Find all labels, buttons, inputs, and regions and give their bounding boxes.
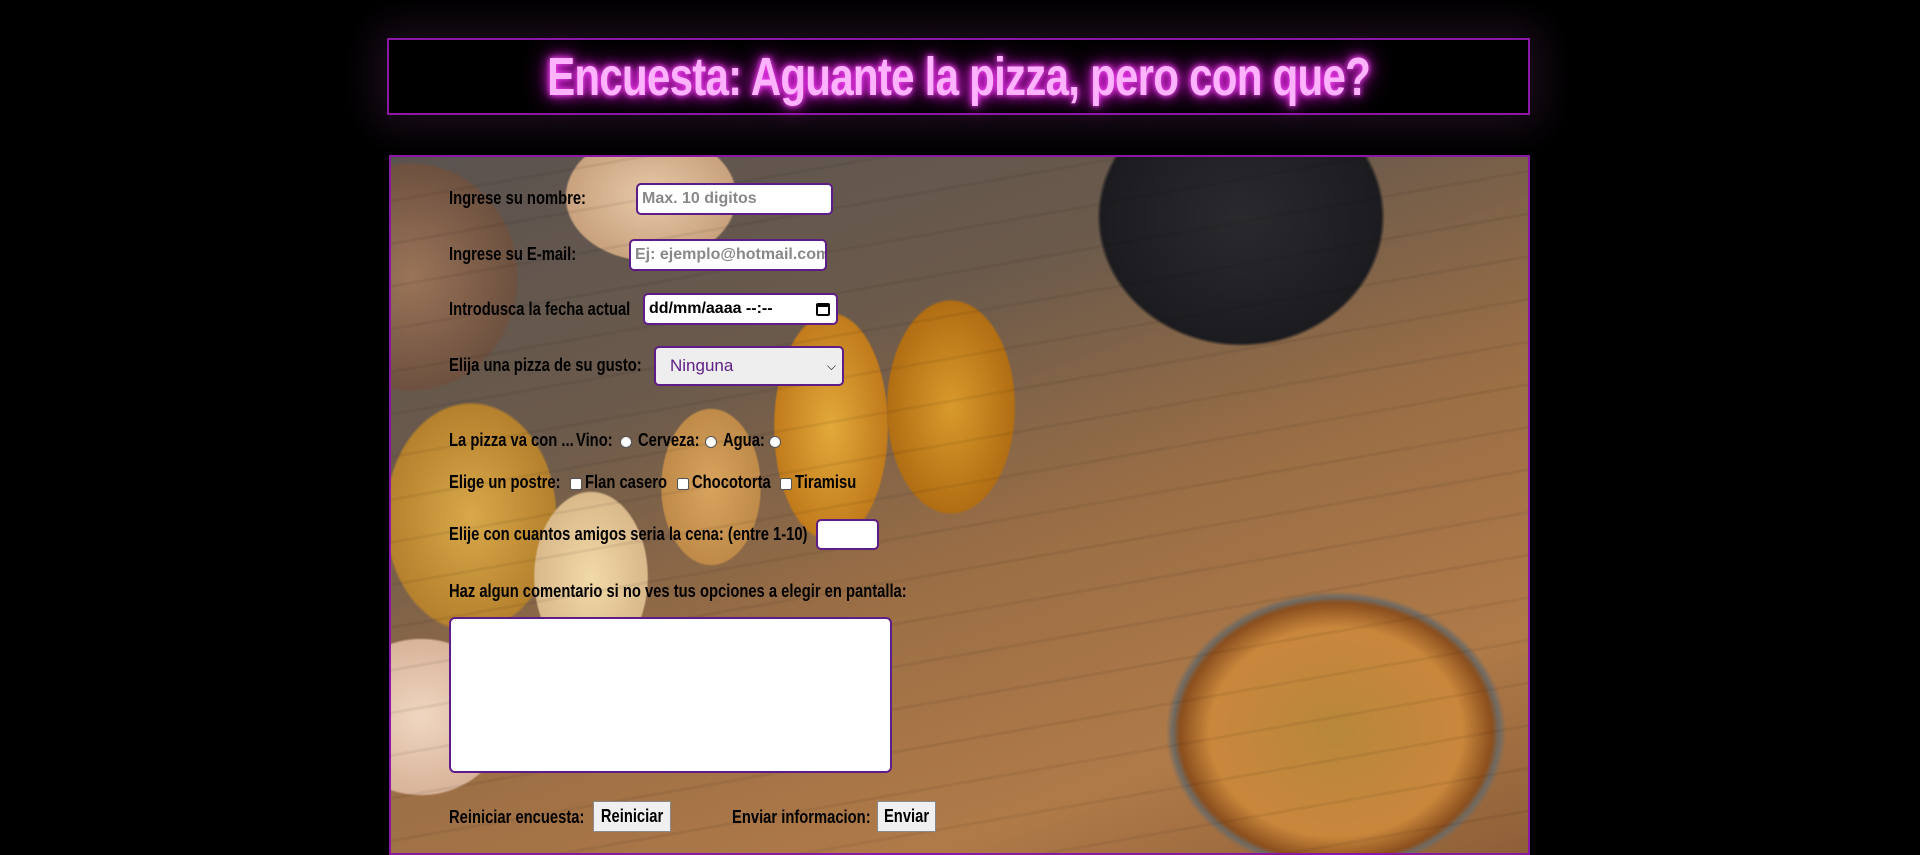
drink-option-label-cerveza: Cerveza: — [638, 430, 700, 450]
comment-textarea[interactable] — [449, 617, 892, 773]
radio-cerveza[interactable] — [705, 436, 717, 448]
drink-option-label-vino: Vino: — [576, 430, 613, 450]
name-input[interactable]: Max. 10 digitos — [636, 183, 833, 215]
email-input[interactable]: Ej: ejemplo@hotmail.com — [629, 239, 827, 271]
dessert-option-chocotorta: Chocotorta — [692, 472, 771, 492]
name-label: Ingrese su nombre: — [449, 188, 586, 208]
date-input-value: dd/mm/aaaa --:-- — [649, 300, 773, 317]
reset-button-label: Reiniciar — [600, 806, 664, 826]
chevron-down-icon: ⌵ — [826, 358, 836, 373]
dessert-label: Elige un postre: — [449, 472, 561, 492]
checkbox-tiramisu[interactable] — [780, 478, 792, 490]
email-label: Ingrese su E-mail: — [449, 244, 577, 264]
drink-option-label-agua: Agua: — [723, 430, 765, 450]
dessert-option-flan: Flan casero — [585, 472, 668, 492]
submit-button-label: Enviar — [883, 806, 930, 826]
friends-label: Elije con cuantos amigos seria la cena: … — [449, 524, 808, 544]
date-label: Introdusca la fecha actual — [449, 299, 631, 319]
date-input[interactable]: dd/mm/aaaa --:-- — [643, 293, 838, 325]
pizza-select-value: Ninguna — [670, 356, 734, 375]
calendar-icon[interactable] — [816, 302, 830, 316]
checkbox-flan[interactable] — [570, 478, 582, 490]
pizza-select[interactable]: Ninguna ⌵ — [654, 346, 844, 386]
radio-agua[interactable] — [769, 436, 781, 448]
reset-label: Reiniciar encuesta: — [449, 807, 585, 827]
survey-header: Encuesta: Aguante la pizza, pero con que… — [387, 38, 1530, 115]
submit-label: Enviar informacion: — [732, 807, 871, 827]
submit-button[interactable]: Enviar — [877, 801, 936, 832]
dessert-option-tiramisu: Tiramisu — [795, 472, 857, 492]
checkbox-chocotorta[interactable] — [677, 478, 689, 490]
reset-button[interactable]: Reiniciar — [593, 801, 671, 832]
comment-label: Haz algun comentario si no ves tus opcio… — [449, 581, 907, 601]
radio-vino[interactable] — [620, 436, 632, 448]
page-title: Encuesta: Aguante la pizza, pero con que… — [546, 46, 1371, 107]
drink-label: La pizza va con ... — [449, 430, 574, 450]
friends-number-input[interactable] — [816, 519, 879, 550]
survey-form: Ingrese su nombre: Max. 10 digitos Ingre… — [389, 155, 1530, 855]
pizza-label: Elija una pizza de su gusto: — [449, 355, 642, 375]
